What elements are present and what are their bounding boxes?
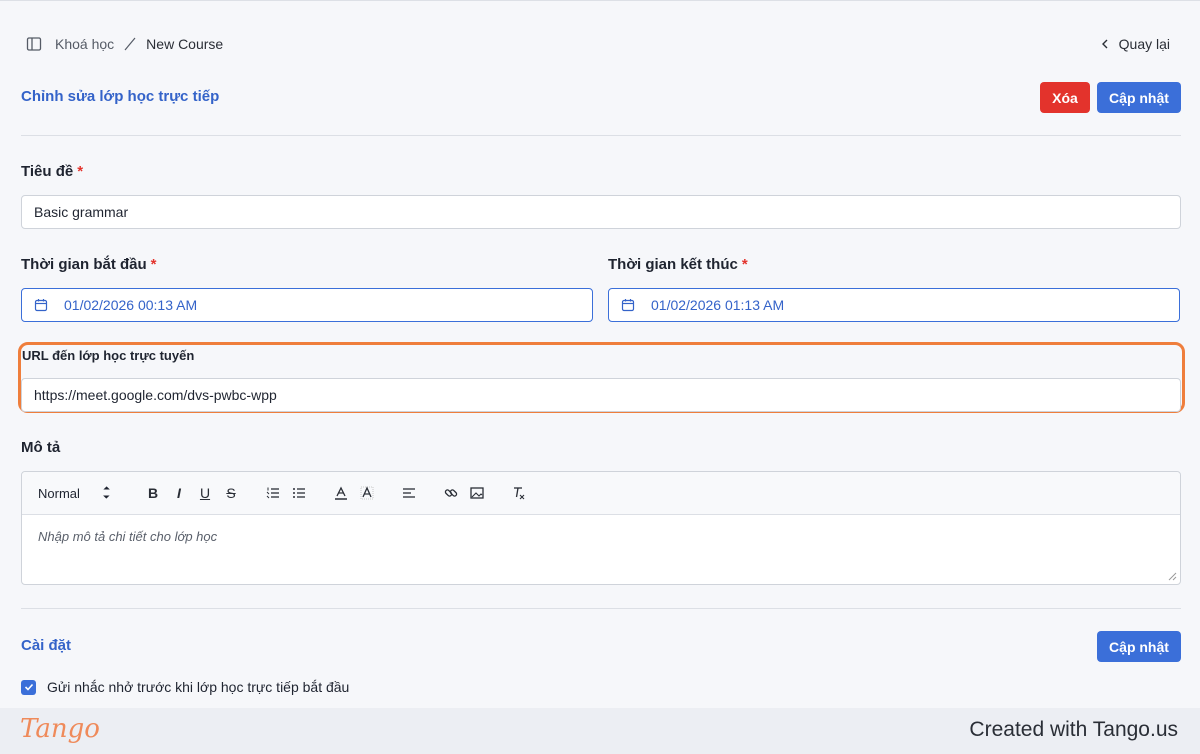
bullet-list-button[interactable] [288,482,310,504]
page-title: Chỉnh sửa lớp học trực tiếp [21,88,220,105]
image-button[interactable] [466,482,488,504]
text-color-icon [335,486,347,500]
sidebar-toggle-icon[interactable] [26,36,42,52]
update-button[interactable]: Cập nhật [1097,82,1181,113]
background-color-button[interactable] [356,482,378,504]
back-button[interactable]: Quay lại [1099,35,1170,53]
start-time-label: Thời gian bắt đầu * [21,256,157,273]
updown-arrow-icon: ⏶ ⏷ [102,483,111,502]
ordered-list-icon [266,487,279,499]
end-time-input[interactable]: 01/02/2026 01:13 AM [608,288,1180,322]
breadcrumb-current: New Course [146,36,224,52]
description-textarea[interactable]: Nhập mô tả chi tiết cho lớp học [22,515,1180,558]
text-color-button[interactable] [330,482,352,504]
clear-format-button[interactable] [508,482,530,504]
tango-logo: Tango [20,714,100,744]
reminder-label: Gửi nhắc nhở trước khi lớp học trực tiếp… [47,679,350,695]
ordered-list-button[interactable] [262,482,284,504]
reminder-checkbox[interactable] [21,679,36,695]
start-time-input[interactable]: 01/02/2026 00:13 AM [21,288,593,322]
slash-separator-icon [124,37,136,51]
footer: Tango Created with Tango.us [0,708,1200,754]
required-mark: * [77,163,84,180]
underline-button[interactable]: U [194,482,216,504]
chevron-left-icon [1101,39,1108,49]
resize-handle-icon[interactable] [1168,572,1177,581]
description-label: Mô tả [21,439,61,456]
strikethrough-button[interactable]: S [220,482,242,504]
divider [21,135,1181,136]
required-mark: * [150,256,157,273]
calendar-icon [34,299,48,312]
bullet-list-icon [293,488,305,498]
align-left-icon [403,488,415,498]
title-label: Tiêu đề * [21,163,84,180]
title-input[interactable]: Basic grammar [21,195,1181,229]
end-time-value: 01/02/2026 01:13 AM [651,297,785,313]
format-select-value: Normal [38,485,80,501]
delete-button[interactable]: Xóa [1040,82,1090,113]
description-editor: Normal ⏶ ⏷ B I U S Nhập mô tả chi tiết c… [21,471,1181,585]
end-time-label: Thời gian kết thúc * [608,256,748,273]
background-color-icon [360,486,374,500]
created-with-text: Created with Tango.us [969,718,1178,741]
clear-format-icon [514,487,525,500]
format-select[interactable]: Normal ⏶ ⏷ [38,484,142,502]
link-button[interactable] [440,482,462,504]
link-icon [444,489,458,497]
breadcrumb: Khoá học New Course [26,35,223,53]
calendar-icon [621,299,635,312]
image-icon [470,487,484,499]
start-time-value: 01/02/2026 00:13 AM [64,297,198,313]
settings-update-button[interactable]: Cập nhật [1097,631,1181,662]
url-label: URL đến lớp học trực tuyến [22,348,195,363]
required-mark: * [741,256,748,273]
editor-toolbar: Normal ⏶ ⏷ B I U S [22,472,1180,515]
italic-button[interactable]: I [168,482,190,504]
settings-title: Cài đặt [21,637,72,654]
checkmark-icon [24,683,33,691]
reminder-option[interactable]: Gửi nhắc nhở trước khi lớp học trực tiếp… [21,679,349,695]
url-input[interactable]: https://meet.google.com/dvs-pwbc-wpp [21,378,1181,412]
back-label: Quay lại [1118,36,1170,52]
bold-button[interactable]: B [142,482,164,504]
page: Khoá học New Course Quay lại Chỉnh sửa l… [0,0,1200,708]
divider [21,608,1181,609]
align-button[interactable] [398,482,420,504]
breadcrumb-parent[interactable]: Khoá học [55,36,114,52]
